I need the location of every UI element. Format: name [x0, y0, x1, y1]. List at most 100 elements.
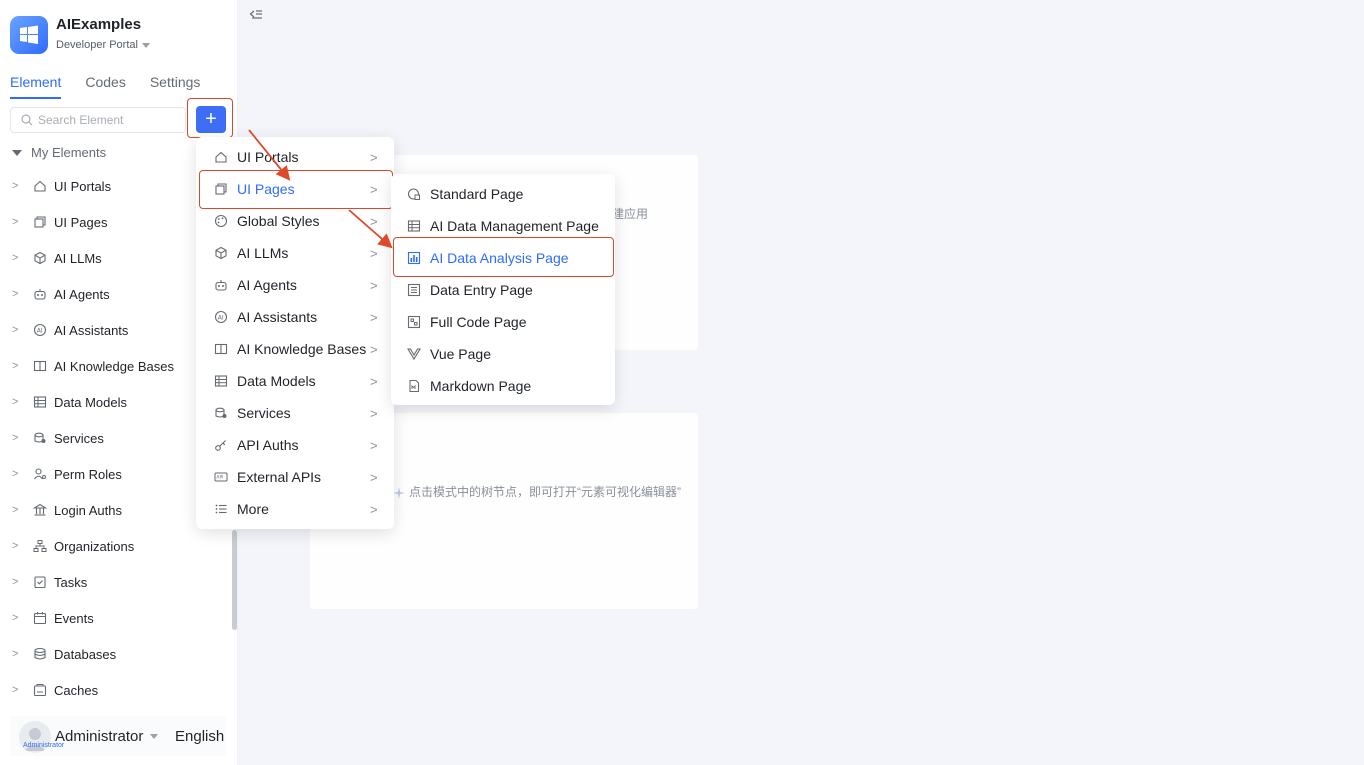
menu-item-api-auths[interactable]: API Auths >	[213, 430, 388, 460]
menu-item-label: API Auths	[237, 437, 299, 453]
chevron-right-icon[interactable]: >	[12, 324, 22, 336]
chevron-down-icon	[150, 734, 159, 739]
user-roles-icon	[32, 467, 47, 482]
chevron-right-icon[interactable]: >	[12, 432, 22, 444]
chevron-right-icon[interactable]: >	[12, 180, 22, 192]
tree-item-ai-agents[interactable]: > AI Agents	[12, 284, 110, 304]
markdown-icon	[406, 379, 421, 394]
tree-item-data-models[interactable]: > Data Models	[12, 392, 127, 412]
chevron-right-icon[interactable]: >	[12, 468, 22, 480]
svg-text:AI: AI	[36, 328, 42, 335]
tab-codes[interactable]: Codes	[85, 74, 125, 99]
chevron-right-icon[interactable]: >	[12, 576, 22, 588]
tree-item-services[interactable]: > Services	[12, 428, 104, 448]
menu-item-ai-assistants[interactable]: AI AI Assistants >	[213, 302, 388, 332]
submenu-item-data-entry-page[interactable]: Data Entry Page	[406, 275, 533, 305]
menu-item-ai-agents[interactable]: AI Agents >	[213, 270, 388, 300]
tree-item-label: UI Pages	[54, 214, 108, 230]
chevron-right-icon[interactable]: >	[12, 504, 22, 516]
chevron-right-icon[interactable]: >	[12, 648, 22, 660]
org-icon	[32, 539, 47, 554]
app-title: AIExamples	[56, 16, 142, 33]
tab-settings[interactable]: Settings	[150, 74, 201, 99]
chevron-right-icon[interactable]: >	[12, 612, 22, 624]
svg-text:API: API	[216, 475, 223, 481]
app-header[interactable]: AIExamples Developer Portal	[10, 16, 150, 54]
menu-item-ai-knowledge-bases[interactable]: AI Knowledge Bases >	[213, 334, 388, 364]
vue-icon	[406, 347, 421, 362]
tree-item-ui-pages[interactable]: > UI Pages	[12, 212, 107, 232]
user-menu[interactable]: Administrator	[55, 728, 159, 745]
menu-item-global-styles[interactable]: Global Styles >	[213, 206, 388, 236]
menu-item-ui-portals[interactable]: UI Portals >	[213, 142, 388, 172]
ui-pages-highlight	[199, 170, 393, 209]
portal-switcher[interactable]: Developer Portal	[56, 39, 150, 51]
ai-data-analysis-highlight	[393, 237, 614, 277]
tree-item-label: Databases	[54, 646, 117, 662]
chevron-right-icon[interactable]: >	[12, 540, 22, 552]
tree-item-perm-roles[interactable]: > Perm Roles	[12, 464, 122, 484]
code-icon	[406, 315, 421, 330]
menu-item-label: AI Knowledge Bases	[237, 341, 367, 357]
tree-item-label: Tasks	[54, 574, 88, 590]
menu-item-data-models[interactable]: Data Models >	[213, 366, 388, 396]
submenu-item-vue-page[interactable]: Vue Page	[406, 339, 491, 369]
tree-item-label: AI Knowledge Bases	[54, 358, 174, 374]
tree-item-ai-assistants[interactable]: > AI AI Assistants	[12, 320, 128, 340]
tree-root-my-elements[interactable]: My Elements	[12, 145, 106, 160]
pages-icon	[32, 215, 47, 230]
chevron-right-icon: >	[370, 501, 378, 517]
tree-item-ai-llms[interactable]: > AI LLMs	[12, 248, 102, 268]
submenu-item-label: Data Entry Page	[430, 282, 533, 298]
tree-item-label: AI Agents	[54, 286, 110, 302]
book-icon	[32, 359, 47, 374]
menu-item-services[interactable]: Services >	[213, 398, 388, 428]
menu-item-external-apis[interactable]: API External APIs >	[213, 462, 388, 492]
home-icon	[32, 179, 47, 194]
menu-item-label: More	[237, 501, 269, 517]
tree-item-ai-knowledge-bases[interactable]: > AI Knowledge Bases	[12, 356, 174, 376]
language-switcher[interactable]: English	[175, 728, 224, 745]
search-input[interactable]	[38, 113, 178, 127]
chevron-right-icon[interactable]: >	[12, 216, 22, 228]
tree-item-login-auths[interactable]: > Login Auths	[12, 500, 122, 520]
chevron-right-icon[interactable]: >	[12, 396, 22, 408]
tree-item-caches[interactable]: > Caches	[12, 680, 98, 700]
tree-item-ui-portals[interactable]: > UI Portals	[12, 176, 111, 196]
tree-item-label: Data Models	[54, 394, 127, 410]
submenu-item-markdown-page[interactable]: Markdown Page	[406, 371, 531, 401]
tree-item-label: UI Portals	[54, 178, 112, 194]
chevron-right-icon[interactable]: >	[12, 684, 22, 696]
chevron-right-icon: >	[370, 309, 378, 325]
submenu-item-standard-page[interactable]: Standard Page	[406, 179, 523, 209]
cube-icon	[213, 246, 228, 261]
tree-item-tasks[interactable]: > Tasks	[12, 572, 87, 592]
welcome-hint-top: 建应用	[612, 207, 649, 221]
chevron-right-icon: >	[370, 213, 378, 229]
key-icon	[213, 438, 228, 453]
svg-text:AI: AI	[217, 315, 223, 322]
submenu-item-full-code-page[interactable]: Full Code Page	[406, 307, 527, 337]
tree-item-organizations[interactable]: > Organizations	[12, 536, 134, 556]
search-box[interactable]	[10, 107, 186, 133]
add-element-button[interactable]: +	[196, 106, 226, 133]
menu-item-ai-llms[interactable]: AI LLMs >	[213, 238, 388, 268]
chevron-right-icon: >	[370, 245, 378, 261]
tree-item-label: AI Assistants	[54, 322, 129, 338]
menu-item-label: AI Agents	[237, 277, 297, 293]
tab-element[interactable]: Element	[10, 74, 62, 99]
chevron-right-icon[interactable]: >	[12, 360, 22, 372]
tree-item-events[interactable]: > Events	[12, 608, 94, 628]
chevron-right-icon[interactable]: >	[12, 252, 22, 264]
menu-item-more[interactable]: More >	[213, 494, 388, 524]
submenu-item-label: Standard Page	[430, 186, 524, 202]
user-bar: Administrator Administrator English	[10, 716, 226, 756]
database-icon	[32, 647, 47, 662]
chevron-right-icon[interactable]: >	[12, 288, 22, 300]
sidebar-scrollbar[interactable]	[232, 530, 237, 630]
collapse-sidebar-icon[interactable]	[249, 8, 263, 22]
search-icon	[21, 114, 33, 126]
tree-item-label: Organizations	[54, 538, 135, 554]
tree-item-databases[interactable]: > Databases	[12, 644, 116, 664]
robot-icon	[213, 278, 228, 293]
